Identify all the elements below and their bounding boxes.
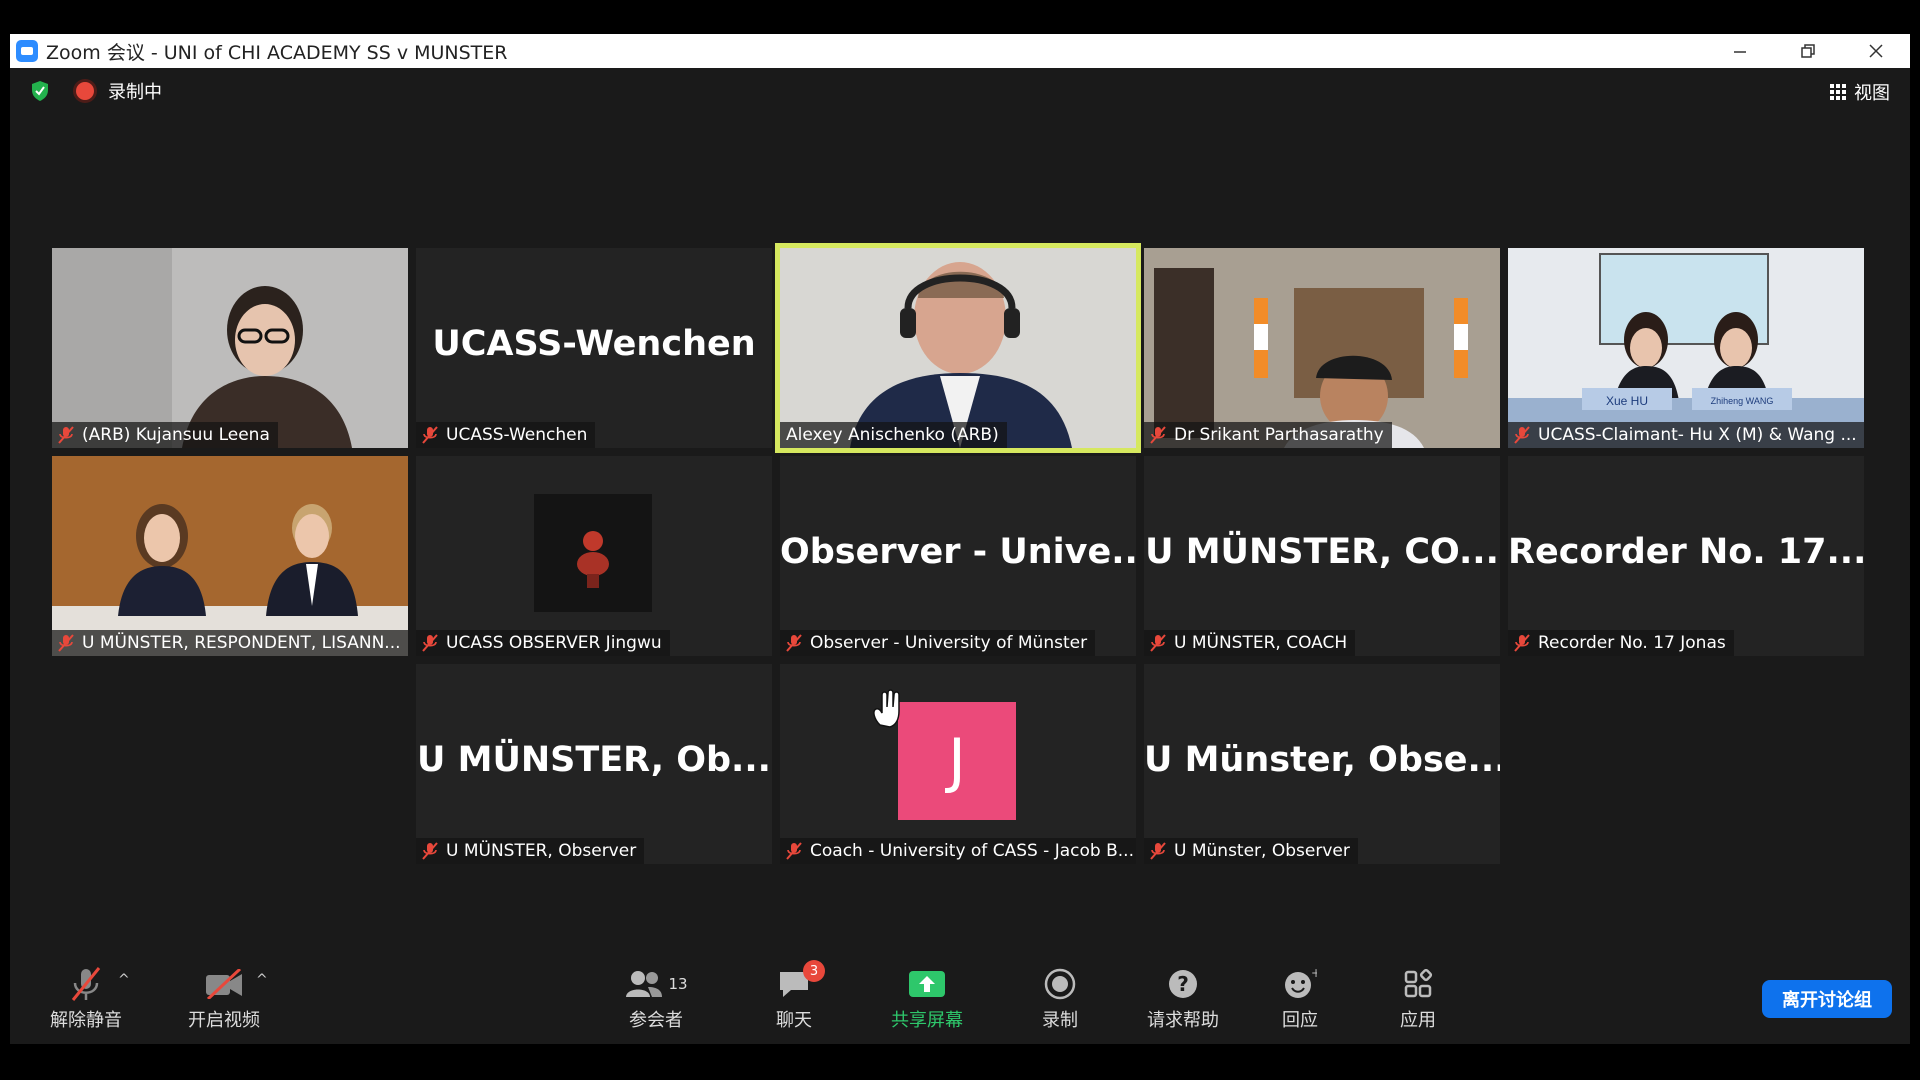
audio-options-caret[interactable]: ^ bbox=[118, 972, 130, 988]
participant-display-name: Observer - Unive... bbox=[780, 532, 1136, 572]
title-bar: Zoom 会议 - UNI of CHI ACADEMY SS v MUNSTE… bbox=[10, 34, 1910, 68]
participant-name-label: Recorder No. 17 Jonas bbox=[1508, 630, 1734, 656]
recording-status: 录制中 bbox=[108, 82, 162, 103]
hand-cursor-icon bbox=[873, 689, 900, 728]
muted-mic-icon bbox=[786, 634, 802, 652]
muted-mic-icon bbox=[58, 426, 74, 444]
meeting-info-bar: 录制中 视图 bbox=[10, 68, 1910, 114]
recording-dot-icon bbox=[76, 82, 94, 100]
participants-count: 13 bbox=[668, 975, 688, 993]
meeting-toolbar: 解除静音 ^ 开启视频 ^ 13 参会者 3 聊天 共享屏幕 录制 ? 请求帮助… bbox=[10, 960, 1910, 1044]
name-tile[interactable]: U MÜNSTER, Ob... U MÜNSTER, Observer bbox=[416, 664, 772, 864]
name-tile[interactable]: Recorder No. 17... Recorder No. 17 Jonas bbox=[1508, 456, 1864, 656]
view-button[interactable]: 视图 bbox=[1830, 79, 1890, 105]
mic-muted-icon bbox=[71, 967, 101, 1001]
muted-mic-icon bbox=[422, 842, 438, 860]
avatar-initial: J bbox=[898, 702, 1016, 820]
window-title: Zoom 会议 - UNI of CHI ACADEMY SS v MUNSTE… bbox=[46, 41, 508, 64]
participant-video bbox=[52, 456, 408, 656]
help-icon: ? bbox=[1169, 970, 1197, 998]
participant-video: Xue HU Zhiheng WANG bbox=[1508, 248, 1864, 448]
active-speaker-tile[interactable]: Alexey Anischenko (ARB) bbox=[775, 243, 1141, 453]
nameplate-xue-hu: Xue HU bbox=[1606, 394, 1648, 408]
reactions-button[interactable]: + 回应 bbox=[1250, 964, 1350, 1032]
avatar-tile[interactable]: UCASS OBSERVER Jingwu bbox=[416, 456, 772, 656]
view-label: 视图 bbox=[1854, 83, 1890, 104]
participants-icon bbox=[626, 971, 663, 997]
participant-name-label: UCASS-Claimant- Hu X (M) & Wang ... bbox=[1508, 422, 1864, 448]
video-off-icon bbox=[206, 969, 242, 999]
name-tile[interactable]: U MÜNSTER, CO... U MÜNSTER, COACH bbox=[1144, 456, 1500, 656]
security-shield-icon[interactable] bbox=[30, 80, 50, 102]
muted-mic-icon bbox=[1514, 426, 1530, 444]
participant-name-label: U MÜNSTER, Observer bbox=[416, 838, 645, 864]
participant-name-label: UCASS OBSERVER Jingwu bbox=[416, 630, 670, 656]
apps-icon bbox=[1404, 969, 1433, 998]
close-button[interactable] bbox=[1842, 34, 1910, 68]
participant-name-label: Coach - University of CASS - Jacob B... bbox=[780, 838, 1136, 864]
share-screen-button[interactable]: 共享屏幕 bbox=[872, 964, 982, 1032]
participant-name-label: Dr Srikant Parthasarathy bbox=[1144, 422, 1392, 448]
apps-button[interactable]: 应用 bbox=[1368, 964, 1468, 1032]
minimize-button[interactable] bbox=[1706, 34, 1774, 68]
close-icon bbox=[1869, 44, 1883, 58]
participant-name-label: Alexey Anischenko (ARB) bbox=[780, 422, 1007, 448]
participant-display-name: Recorder No. 17... bbox=[1508, 532, 1864, 572]
muted-mic-icon bbox=[422, 426, 438, 444]
share-screen-icon bbox=[909, 971, 945, 997]
video-options-caret[interactable]: ^ bbox=[256, 972, 268, 988]
participant-display-name: U MÜNSTER, Ob... bbox=[417, 740, 771, 780]
video-tile[interactable]: Dr Srikant Parthasarathy bbox=[1144, 248, 1500, 448]
avatar-tile[interactable]: J Coach - University of CASS - Jacob B..… bbox=[780, 664, 1136, 864]
zoom-window: Zoom 会议 - UNI of CHI ACADEMY SS v MUNSTE… bbox=[10, 34, 1910, 1044]
leave-breakout-room-button[interactable]: 离开讨论组 bbox=[1762, 980, 1892, 1018]
video-tile[interactable]: (ARB) Kujansuu Leena bbox=[52, 248, 408, 448]
name-tile[interactable]: U Münster, Obse... U Münster, Observer bbox=[1144, 664, 1500, 864]
restore-icon bbox=[1801, 44, 1815, 58]
participant-display-name: U Münster, Obse... bbox=[1144, 740, 1500, 780]
participant-name-label: U Münster, Observer bbox=[1144, 838, 1358, 864]
video-tile[interactable]: Xue HU Zhiheng WANG UCASS-Claimant- Hu X… bbox=[1508, 248, 1864, 448]
muted-mic-icon bbox=[58, 634, 74, 652]
video-tile[interactable]: U MÜNSTER, RESPONDENT, LISANN... bbox=[52, 456, 408, 656]
participant-name-label: U MÜNSTER, RESPONDENT, LISANN... bbox=[52, 630, 408, 656]
participant-name-label: U MÜNSTER, COACH bbox=[1144, 630, 1356, 656]
participant-display-name: U MÜNSTER, CO... bbox=[1145, 532, 1499, 572]
nameplate-zhiheng-wang: Zhiheng WANG bbox=[1711, 396, 1774, 406]
muted-mic-icon bbox=[422, 634, 438, 652]
participant-video bbox=[1144, 248, 1500, 448]
muted-mic-icon bbox=[1514, 634, 1530, 652]
restore-button[interactable] bbox=[1774, 34, 1842, 68]
muted-mic-icon bbox=[1150, 426, 1166, 444]
reactions-icon: + bbox=[1285, 968, 1317, 998]
muted-mic-icon bbox=[1150, 634, 1166, 652]
muted-mic-icon bbox=[786, 842, 802, 860]
participant-display-name: UCASS-Wenchen bbox=[432, 324, 756, 364]
muted-mic-icon bbox=[1150, 842, 1166, 860]
name-tile[interactable]: UCASS-Wenchen UCASS-Wenchen bbox=[416, 248, 772, 448]
participant-name-label: (ARB) Kujansuu Leena bbox=[52, 422, 278, 448]
svg-text:?: ? bbox=[1177, 972, 1189, 996]
record-icon bbox=[1044, 968, 1076, 1000]
record-button[interactable]: 录制 bbox=[1010, 964, 1110, 1032]
participant-name-label: Observer - University of Münster bbox=[780, 630, 1096, 656]
ask-for-help-button[interactable]: ? 请求帮助 bbox=[1128, 964, 1238, 1032]
svg-text:+: + bbox=[1311, 968, 1317, 980]
chat-button[interactable]: 3 聊天 bbox=[744, 960, 844, 1032]
name-tile[interactable]: Observer - Unive... Observer - Universit… bbox=[780, 456, 1136, 656]
grid-view-icon bbox=[1830, 84, 1846, 100]
participant-name-label: UCASS-Wenchen bbox=[416, 422, 596, 448]
participants-button[interactable]: 13 参会者 bbox=[606, 964, 706, 1032]
chat-badge: 3 bbox=[803, 960, 825, 982]
participant-video bbox=[52, 248, 408, 448]
participant-avatar bbox=[534, 494, 652, 612]
participant-video bbox=[780, 248, 1136, 448]
screen: Zoom 会议 - UNI of CHI ACADEMY SS v MUNSTE… bbox=[0, 0, 1920, 1080]
zoom-logo-icon bbox=[16, 40, 38, 62]
minimize-icon bbox=[1734, 51, 1746, 53]
